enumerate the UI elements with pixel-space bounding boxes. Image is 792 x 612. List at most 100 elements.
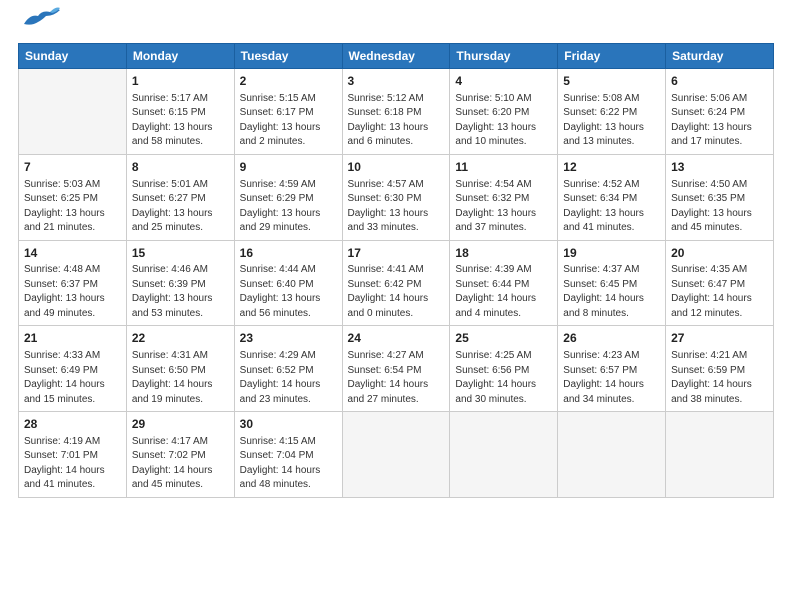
day-info: Sunrise: 4:17 AMSunset: 7:02 PMDaylight:… <box>132 435 229 493</box>
day-info: Sunrise: 4:52 AMSunset: 6:34 PMDaylight:… <box>563 178 660 236</box>
day-info: Sunrise: 4:23 AMSunset: 6:57 PMDaylight:… <box>563 349 660 407</box>
day-number: 4 <box>455 73 552 90</box>
calendar-header-row: SundayMondayTuesdayWednesdayThursdayFrid… <box>19 44 774 69</box>
calendar-cell: 2 Sunrise: 5:15 AMSunset: 6:17 PMDaylight… <box>234 69 342 155</box>
calendar-cell: 14Sunrise: 4:48 AMSunset: 6:37 PMDayligh… <box>19 240 127 326</box>
calendar-cell: 26 Sunrise: 4:23 AMSunset: 6:57 PMDayligh… <box>558 326 666 412</box>
day-number: 3 <box>348 73 445 90</box>
calendar-cell: 28Sunrise: 4:19 AMSunset: 7:01 PMDayligh… <box>19 412 127 498</box>
calendar-cell <box>558 412 666 498</box>
day-number: 22 <box>132 330 229 347</box>
calendar-cell <box>666 412 774 498</box>
calendar-week-4: 21 Sunrise: 4:33 AMSunset: 6:49 PMDayligh… <box>19 326 774 412</box>
day-number: 13 <box>671 159 768 176</box>
calendar-cell: 12 Sunrise: 4:52 AMSunset: 6:34 PMDayligh… <box>558 154 666 240</box>
day-info: Sunrise: 5:01 AMSunset: 6:27 PMDaylight:… <box>132 178 229 236</box>
day-number: 27 <box>671 330 768 347</box>
calendar-cell <box>19 69 127 155</box>
weekday-header-saturday: Saturday <box>666 44 774 69</box>
day-number: 11 <box>455 159 552 176</box>
day-number: 16 <box>240 245 337 262</box>
day-number: 12 <box>563 159 660 176</box>
calendar-cell <box>450 412 558 498</box>
day-number: 6 <box>671 73 768 90</box>
calendar-cell: 7 Sunrise: 5:03 AMSunset: 6:25 PMDaylight… <box>19 154 127 240</box>
day-number: 18 <box>455 245 552 262</box>
calendar-cell: 19Sunrise: 4:37 AMSunset: 6:45 PMDayligh… <box>558 240 666 326</box>
calendar-cell: 6Sunrise: 5:06 AMSunset: 6:24 PMDaylight… <box>666 69 774 155</box>
day-number: 10 <box>348 159 445 176</box>
day-info: Sunrise: 4:15 AMSunset: 7:04 PMDaylight:… <box>240 435 337 493</box>
day-info: Sunrise: 4:39 AMSunset: 6:44 PMDaylight:… <box>455 263 552 321</box>
day-number: 8 <box>132 159 229 176</box>
day-info: Sunrise: 5:15 AMSunset: 6:17 PMDaylight:… <box>240 92 337 150</box>
day-info: Sunrise: 4:21 AMSunset: 6:59 PMDaylight:… <box>671 349 768 407</box>
logo <box>18 16 60 35</box>
calendar-cell: 3Sunrise: 5:12 AMSunset: 6:18 PMDaylight… <box>342 69 450 155</box>
day-info: Sunrise: 4:31 AMSunset: 6:50 PMDaylight:… <box>132 349 229 407</box>
weekday-header-monday: Monday <box>126 44 234 69</box>
day-number: 26 <box>563 330 660 347</box>
day-number: 21 <box>24 330 121 347</box>
day-info: Sunrise: 4:50 AMSunset: 6:35 PMDaylight:… <box>671 178 768 236</box>
day-number: 19 <box>563 245 660 262</box>
calendar-week-2: 7 Sunrise: 5:03 AMSunset: 6:25 PMDaylight… <box>19 154 774 240</box>
calendar-cell: 8 Sunrise: 5:01 AMSunset: 6:27 PMDaylight… <box>126 154 234 240</box>
day-info: Sunrise: 4:35 AMSunset: 6:47 PMDaylight:… <box>671 263 768 321</box>
day-info: Sunrise: 4:41 AMSunset: 6:42 PMDaylight:… <box>348 263 445 321</box>
calendar-cell: 27 Sunrise: 4:21 AMSunset: 6:59 PMDayligh… <box>666 326 774 412</box>
calendar-cell: 21 Sunrise: 4:33 AMSunset: 6:49 PMDayligh… <box>19 326 127 412</box>
day-info: Sunrise: 5:03 AMSunset: 6:25 PMDaylight:… <box>24 178 121 236</box>
day-info: Sunrise: 4:57 AMSunset: 6:30 PMDaylight:… <box>348 178 445 236</box>
calendar-cell: 10 Sunrise: 4:57 AMSunset: 6:30 PMDayligh… <box>342 154 450 240</box>
day-info: Sunrise: 4:48 AMSunset: 6:37 PMDaylight:… <box>24 263 121 321</box>
day-info: Sunrise: 4:27 AMSunset: 6:54 PMDaylight:… <box>348 349 445 407</box>
day-number: 5 <box>563 73 660 90</box>
bird-icon <box>22 6 60 35</box>
day-number: 24 <box>348 330 445 347</box>
weekday-header-sunday: Sunday <box>19 44 127 69</box>
calendar-cell <box>342 412 450 498</box>
calendar-week-5: 28Sunrise: 4:19 AMSunset: 7:01 PMDayligh… <box>19 412 774 498</box>
day-number: 7 <box>24 159 121 176</box>
day-number: 30 <box>240 416 337 433</box>
day-info: Sunrise: 4:44 AMSunset: 6:40 PMDaylight:… <box>240 263 337 321</box>
day-number: 14 <box>24 245 121 262</box>
day-info: Sunrise: 4:46 AMSunset: 6:39 PMDaylight:… <box>132 263 229 321</box>
day-info: Sunrise: 4:25 AMSunset: 6:56 PMDaylight:… <box>455 349 552 407</box>
calendar-cell: 1Sunrise: 5:17 AMSunset: 6:15 PMDaylight… <box>126 69 234 155</box>
day-info: Sunrise: 4:33 AMSunset: 6:49 PMDaylight:… <box>24 349 121 407</box>
day-number: 17 <box>348 245 445 262</box>
day-info: Sunrise: 4:59 AMSunset: 6:29 PMDaylight:… <box>240 178 337 236</box>
calendar-cell: 22 Sunrise: 4:31 AMSunset: 6:50 PMDayligh… <box>126 326 234 412</box>
calendar-cell: 9Sunrise: 4:59 AMSunset: 6:29 PMDaylight… <box>234 154 342 240</box>
calendar-cell: 4 Sunrise: 5:10 AMSunset: 6:20 PMDaylight… <box>450 69 558 155</box>
calendar-cell: 23Sunrise: 4:29 AMSunset: 6:52 PMDayligh… <box>234 326 342 412</box>
day-number: 20 <box>671 245 768 262</box>
calendar-cell: 17Sunrise: 4:41 AMSunset: 6:42 PMDayligh… <box>342 240 450 326</box>
day-number: 1 <box>132 73 229 90</box>
calendar-body: 1Sunrise: 5:17 AMSunset: 6:15 PMDaylight… <box>19 69 774 498</box>
calendar-cell: 18Sunrise: 4:39 AMSunset: 6:44 PMDayligh… <box>450 240 558 326</box>
calendar-cell: 24 Sunrise: 4:27 AMSunset: 6:54 PMDayligh… <box>342 326 450 412</box>
calendar-cell: 30 Sunrise: 4:15 AMSunset: 7:04 PMDayligh… <box>234 412 342 498</box>
calendar-week-1: 1Sunrise: 5:17 AMSunset: 6:15 PMDaylight… <box>19 69 774 155</box>
calendar-cell: 29 Sunrise: 4:17 AMSunset: 7:02 PMDayligh… <box>126 412 234 498</box>
weekday-header-tuesday: Tuesday <box>234 44 342 69</box>
calendar-cell: 25Sunrise: 4:25 AMSunset: 6:56 PMDayligh… <box>450 326 558 412</box>
header <box>18 16 774 35</box>
day-info: Sunrise: 5:10 AMSunset: 6:20 PMDaylight:… <box>455 92 552 150</box>
calendar-cell: 13 Sunrise: 4:50 AMSunset: 6:35 PMDayligh… <box>666 154 774 240</box>
calendar-cell: 20Sunrise: 4:35 AMSunset: 6:47 PMDayligh… <box>666 240 774 326</box>
calendar-cell: 5Sunrise: 5:08 AMSunset: 6:22 PMDaylight… <box>558 69 666 155</box>
calendar-header: SundayMondayTuesdayWednesdayThursdayFrid… <box>19 44 774 69</box>
day-number: 29 <box>132 416 229 433</box>
day-info: Sunrise: 4:29 AMSunset: 6:52 PMDaylight:… <box>240 349 337 407</box>
calendar-table: SundayMondayTuesdayWednesdayThursdayFrid… <box>18 43 774 498</box>
day-number: 15 <box>132 245 229 262</box>
calendar-week-3: 14Sunrise: 4:48 AMSunset: 6:37 PMDayligh… <box>19 240 774 326</box>
weekday-header-wednesday: Wednesday <box>342 44 450 69</box>
weekday-header-friday: Friday <box>558 44 666 69</box>
day-number: 2 <box>240 73 337 90</box>
calendar-cell: 15Sunrise: 4:46 AMSunset: 6:39 PMDayligh… <box>126 240 234 326</box>
